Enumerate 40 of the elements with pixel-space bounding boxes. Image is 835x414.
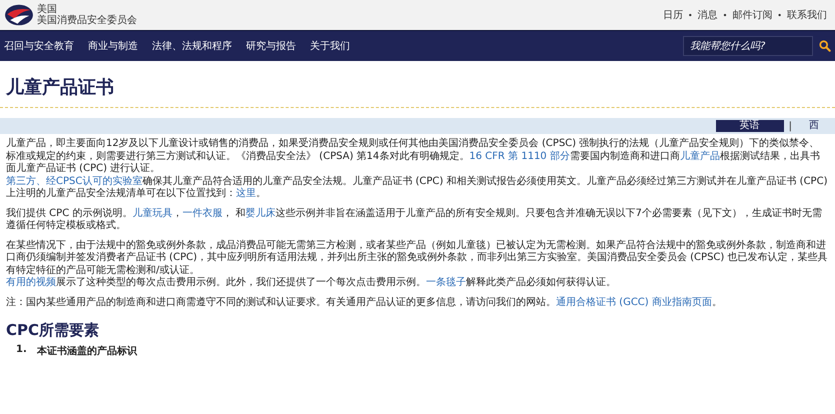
search-icon[interactable] bbox=[819, 40, 831, 52]
nav-menu-item[interactable]: 召回与安全教育 bbox=[4, 39, 74, 53]
page-title: 儿童产品证书 bbox=[4, 76, 115, 100]
nav-menu-item[interactable]: 关于我们 bbox=[310, 39, 350, 53]
paragraph: 在某些情况下，由于法规中的豁免或例外条款，成品消费品可能无需第三方检测，或者某些产品（例如儿童毯）已被认定为无需检测。如果产品符合法规中的豁免或例外条款，制造商和进口商仍须编制并签发消费者产品证书 (CPC)，其中应列明所有适用法规，并列出所主张的豁免或例外条款，而非列出第三方实验室。美国消费品安全委员会 (CPSC) 也已发布认定，某些具有特定特征的产品可能无需检测和/或认证。 bbox=[6, 240, 828, 276]
utility-link[interactable]: 消息 bbox=[698, 8, 718, 22]
agency-logo-icon[interactable] bbox=[4, 4, 34, 26]
requirement-item: 本证书涵盖的产品标识 bbox=[36, 344, 137, 358]
utility-link[interactable]: 联系我们 bbox=[787, 8, 827, 22]
paragraph: 第三方、经CPSC认可的实验室确保其儿童产品符合适用的儿童产品安全法规。儿童产品证书 (CPC) 和相关测试报告必须使用英文。儿童产品必须经过第三方测试并在儿童产品证书 (CPC) 上注明的儿童产品安全法规清单可在以下位置找到：这里。 bbox=[6, 176, 828, 200]
separator-dot: • bbox=[688, 10, 693, 20]
paragraph: 我们提供 CPC 的示例说明。儿童玩具，一件衣服， 和婴儿床这些示例并非旨在涵盖适用于儿童产品的所有安全规则。只要包含并准确无误以下7个必需要素（见下文），生成证书时无需遵循任何特定模板或格式。 bbox=[6, 208, 823, 232]
agency-name: 美国消费品安全委员会 bbox=[37, 15, 137, 26]
paragraph: 注：国内某些通用产品的制造商和进口商需遵守不同的测试和认证要求。有关通用产品认证的更多信息，请访问我们的网站。通用合格证书 (GCC) 商业指南页面。 bbox=[6, 296, 723, 309]
language-tab[interactable]: 英语 bbox=[716, 120, 784, 132]
language-tab[interactable]: 西 bbox=[797, 120, 831, 132]
nav-menu-item[interactable]: 研究与报告 bbox=[246, 39, 296, 53]
text-link[interactable]: 第三方、经CPSC认可的实验室 bbox=[6, 176, 142, 186]
nav-menu-item[interactable]: 法律、法规和程序 bbox=[152, 39, 232, 53]
search-field[interactable]: 我能帮您什么吗? bbox=[683, 36, 813, 56]
language-separator: | bbox=[788, 120, 792, 132]
separator-dot: • bbox=[722, 10, 728, 20]
list-number: 1. bbox=[16, 344, 27, 357]
agency-country: 美国 bbox=[37, 4, 57, 15]
text-link[interactable]: 婴儿床 bbox=[246, 208, 276, 218]
text-link[interactable]: 儿童产品 bbox=[680, 150, 720, 162]
text-link[interactable]: 儿童玩具 bbox=[132, 208, 172, 218]
text-link[interactable]: 通用合格证书 (GCC) 商业指南页面 bbox=[556, 296, 712, 308]
utility-link[interactable]: 日历 bbox=[662, 8, 683, 22]
paragraph: 儿童产品，即主要面向12岁及以下儿童设计或销售的消费品，如果受消费品安全规则或任何其他由美国消费品安全委员会 (CPSC) 强制执行的法规（儿童产品安全规则）下的类似禁令、标准或规定的约束，则需要进行第三方测试和认证。《消费品安全法》 (CPSA) 第14条对此有明确规定。16 CFR 第 1110 部分需要国内制造商和进口商儿童产品根据测试结果，出具书面儿童产品证书 (CPC) 进行认证。 bbox=[6, 138, 821, 176]
text-link[interactable]: 有用的视频 bbox=[6, 277, 56, 288]
text-link[interactable]: 一条毯子 bbox=[426, 277, 466, 288]
text-link[interactable]: 这里 bbox=[236, 188, 256, 199]
paragraph: 有用的视频展示了这种类型的每次点击费用示例。此外，我们还提供了一个每次点击费用示例。一条毯子解释此类产品必须如何获得认证。 bbox=[6, 277, 617, 290]
section-heading: CPC所需要素 bbox=[6, 321, 100, 340]
text-link[interactable]: 一件衣服 bbox=[182, 208, 222, 218]
nav-menu-item[interactable]: 商业与制造 bbox=[88, 39, 138, 53]
text-link[interactable]: 16 CFR 第 1110 部分 bbox=[469, 150, 570, 162]
utility-link[interactable]: 邮件订阅 bbox=[732, 8, 772, 22]
separator-dot: • bbox=[777, 10, 782, 20]
